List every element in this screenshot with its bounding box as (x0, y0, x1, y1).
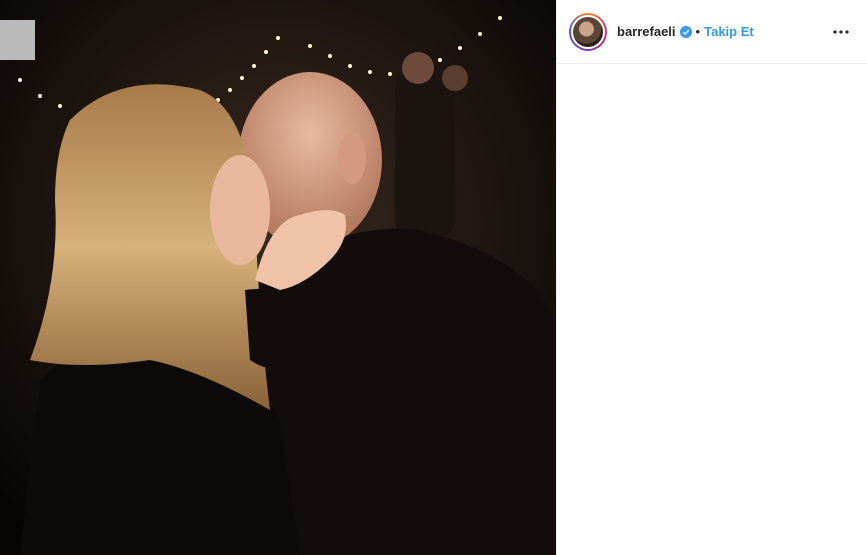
separator-dot: • (695, 24, 701, 39)
verified-badge-icon (679, 25, 692, 38)
avatar[interactable] (573, 16, 603, 47)
post-photo[interactable] (0, 0, 556, 555)
avatar-frame (571, 14, 605, 49)
user-info: barrefaeli • Takip Et (617, 24, 754, 39)
username-link[interactable]: barrefaeli (617, 24, 676, 39)
post-sidebar: barrefaeli • Takip Et (556, 0, 867, 555)
post-header: barrefaeli • Takip Et (557, 0, 867, 64)
story-ring[interactable] (569, 12, 607, 51)
follow-button[interactable]: Takip Et (704, 24, 754, 39)
post-image (0, 0, 556, 555)
more-options-icon[interactable] (829, 20, 853, 44)
